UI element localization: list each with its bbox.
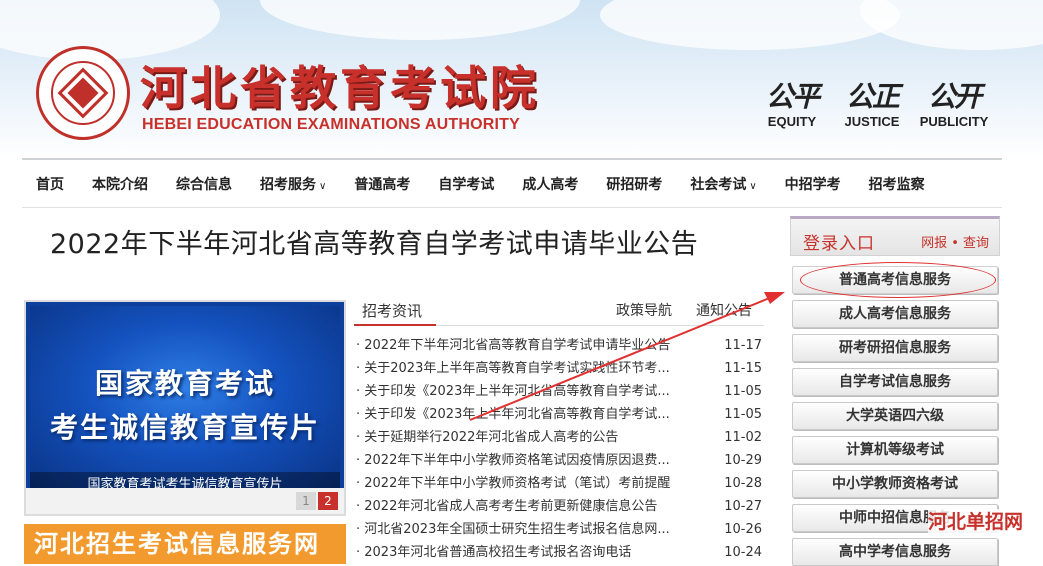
service-xuekao-button[interactable]: 高中学考信息服务 (792, 538, 998, 566)
nav-item-social-exams[interactable]: 社会考试 ∨ (676, 174, 770, 194)
motto-justice: 公正 JUSTICE (832, 80, 912, 129)
motto-publicity: 公开 PUBLICITY (914, 80, 994, 129)
nav-item-gaokao[interactable]: 普通高考 (340, 174, 424, 194)
logo-emblem (51, 61, 115, 125)
tab-admission-news[interactable]: 招考资讯 (354, 298, 436, 326)
list-item[interactable]: · 2023年河北省普通高校招生考试报名咨询电话 10-24 (356, 541, 766, 564)
nav-item-general-info[interactable]: 综合信息 (162, 174, 246, 194)
list-item[interactable]: · 关于印发《2023年上半年河北省高等教育自学考试... 11-05 (356, 403, 766, 426)
news-date: 10-26 (724, 522, 762, 537)
video-banner[interactable]: 国家教育考试 考生诚信教育宣传片 国家教育考试考生诚信教育宣传片 1 2 (24, 300, 346, 516)
list-item[interactable]: · 关于延期举行2022年河北省成人高考的公告 11-02 (356, 426, 766, 449)
news-date: 10-24 (724, 545, 762, 560)
banner-caption: 国家教育考试考生诚信教育宣传片 (30, 472, 340, 488)
banner-pager: 1 2 (296, 492, 338, 510)
nav-item-admission-services[interactable]: 招考服务 ∨ (246, 174, 340, 194)
banner-footer: 1 2 (26, 488, 344, 514)
chevron-down-icon: ∨ (319, 180, 327, 192)
news-date: 11-05 (724, 407, 762, 422)
list-item[interactable]: · 关于2023年上半年高等教育自学考试实践性环节考... 11-15 (356, 357, 766, 380)
list-item[interactable]: · 河北省2023年全国硕士研究生招生考试报名信息网... 10-26 (356, 518, 766, 541)
site-logo[interactable] (36, 46, 130, 140)
news-date: 11-02 (724, 430, 762, 445)
service-cet-button[interactable]: 大学英语四六级 (792, 402, 998, 430)
news-title[interactable]: · 关于2023年上半年高等教育自学考试实践性环节考... (356, 357, 720, 380)
news-title[interactable]: · 关于印发《2023年上半年河北省高等教育自学考试... (356, 380, 720, 403)
pager-page-1[interactable]: 1 (296, 492, 316, 510)
news-title[interactable]: · 关于印发《2023年上半年河北省高等教育自学考试... (356, 403, 720, 426)
motto-cn: 公开 (927, 80, 982, 113)
motto-en: PUBLICITY (919, 114, 989, 129)
news-title[interactable]: · 关于延期举行2022年河北省成人高考的公告 (356, 426, 720, 449)
news-title[interactable]: · 2022年河北省成人高考考生考前更新健康信息公告 (356, 495, 720, 518)
site-title: 河北省教育考试院 (140, 61, 540, 115)
login-entry: 登录入口 网报 • 查询 (790, 216, 1000, 256)
watermark: 河北单招网 (928, 509, 1043, 535)
service-adult-exam-button[interactable]: 成人高考信息服务 (792, 300, 998, 328)
nav-item-about[interactable]: 本院介绍 (78, 174, 162, 194)
promo-banner[interactable]: 河北招生考试信息服务网 (24, 524, 346, 564)
list-item[interactable]: · 2022年河北省成人高考考生考前更新健康信息公告 10-27 (356, 495, 766, 518)
news-date: 10-27 (724, 499, 762, 514)
nav-item-zhongkao[interactable]: 中招学考 (771, 174, 855, 194)
banner-image: 国家教育考试 考生诚信教育宣传片 国家教育考试考生诚信教育宣传片 (30, 306, 340, 488)
tab-notices[interactable]: 通知公告 (696, 298, 752, 324)
site-subtitle: HEBEI EDUCATION EXAMINATIONS AUTHORITY (142, 116, 520, 133)
news-date: 10-29 (724, 453, 762, 468)
news-list: · 2022年下半年河北省高等教育自学考试申请毕业公告 11-17 · 关于202… (356, 334, 766, 564)
motto-cn: 公正 (845, 80, 900, 113)
main-nav: 首页 本院介绍 综合信息 招考服务 ∨ 普通高考 自学考试 成人高考 研招研考 社… (22, 158, 1002, 208)
motto-equity: 公平 EQUITY (752, 80, 832, 129)
list-item[interactable]: · 2022年下半年河北省高等教育自学考试申请毕业公告 11-17 (356, 334, 766, 357)
news-title[interactable]: · 2022年下半年中小学教师资格考试（笔试）考前提醒 (356, 472, 720, 495)
news-tabs: 招考资讯 政策导航 通知公告 (354, 298, 764, 326)
service-self-study-button[interactable]: 自学考试信息服务 (792, 368, 998, 396)
news-title[interactable]: · 2022年下半年河北省高等教育自学考试申请毕业公告 (356, 334, 720, 357)
nav-item-adult-exam[interactable]: 成人高考 (508, 174, 592, 194)
pager-page-2[interactable]: 2 (318, 492, 338, 510)
motto-cn: 公平 (765, 80, 820, 113)
list-item[interactable]: · 2022年下半年中小学教师资格笔试因疫情原因退费... 10-29 (356, 449, 766, 472)
list-item[interactable]: · 关于印发《2023年上半年河北省高等教育自学考试... 11-05 (356, 380, 766, 403)
nav-item-home[interactable]: 首页 (22, 174, 78, 194)
news-title[interactable]: · 2022年下半年中小学教师资格笔试因疫情原因退费... (356, 449, 720, 472)
annotation-circle (800, 262, 996, 298)
tab-policy-guide[interactable]: 政策导航 (616, 298, 672, 324)
nav-item-graduate[interactable]: 研招研考 (592, 174, 676, 194)
service-graduate-button[interactable]: 研考研招信息服务 (792, 334, 998, 362)
service-teacher-cert-button[interactable]: 中小学教师资格考试 (792, 470, 998, 498)
motto-en: EQUITY (767, 114, 817, 129)
news-date: 11-15 (724, 361, 762, 376)
article-title: 2022年下半年河北省高等教育自学考试申请毕业公告 (50, 229, 699, 260)
news-date: 11-05 (724, 384, 762, 399)
news-title[interactable]: · 2023年河北省普通高校招生考试报名咨询电话 (356, 541, 720, 564)
list-item[interactable]: · 2022年下半年中小学教师资格考试（笔试）考前提醒 10-28 (356, 472, 766, 495)
banner-subheadline: 考生诚信教育宣传片 (49, 411, 320, 444)
news-date: 11-17 (724, 338, 762, 353)
news-date: 10-28 (724, 476, 762, 491)
service-ncre-button[interactable]: 计算机等级考试 (792, 436, 998, 464)
banner-headline: 国家教育考试 (94, 367, 275, 400)
chevron-down-icon: ∨ (749, 180, 757, 192)
motto-en: JUSTICE (844, 114, 900, 129)
login-links[interactable]: 网报 • 查询 (921, 232, 989, 251)
login-title: 登录入口 (803, 234, 875, 254)
nav-item-self-study[interactable]: 自学考试 (424, 174, 508, 194)
nav-item-supervision[interactable]: 招考监察 (855, 174, 939, 194)
news-title[interactable]: · 河北省2023年全国硕士研究生招生考试报名信息网... (356, 518, 720, 541)
